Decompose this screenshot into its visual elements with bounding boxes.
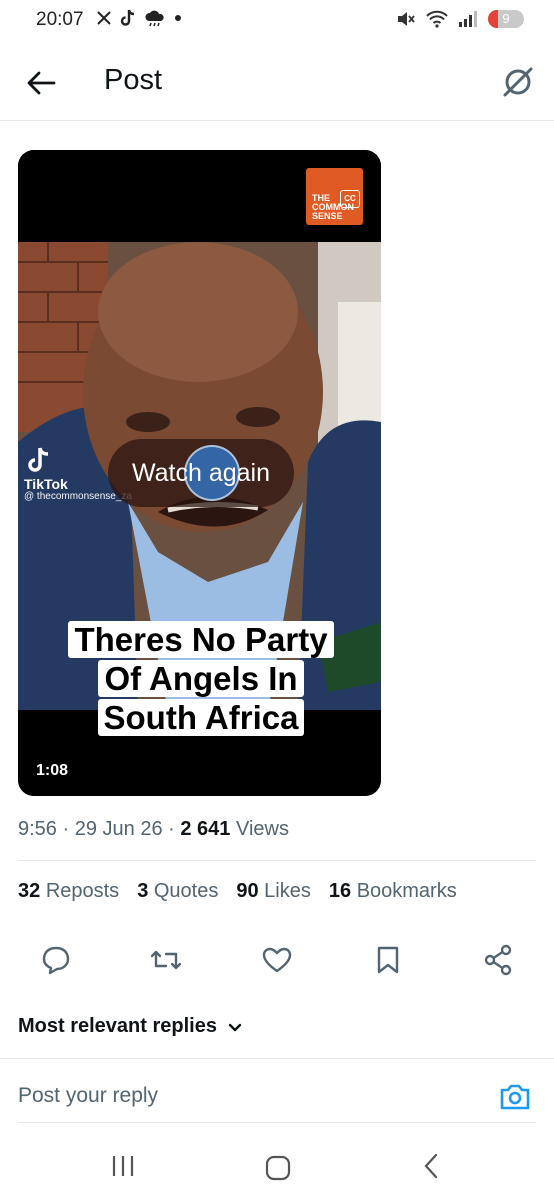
back-arrow-icon[interactable] [24,66,58,100]
engagement-stats: 32 Reposts 3 Quotes 90 Likes 16 Bookmark… [18,880,457,903]
grok-icon[interactable] [500,64,536,100]
video-caption: Theres No Party Of Angels In South Afric… [56,620,346,737]
system-icons: 9 [396,10,524,28]
reply-input[interactable]: Post your reply [18,1084,158,1108]
video-caption-text: Theres No Party Of Angels In South Afric… [68,621,334,736]
reposts-stat[interactable]: 32 Reposts [18,880,119,903]
reposts-label: Reposts [45,880,120,902]
views-count: 2 641 [180,818,231,840]
bookmarks-label: Bookmarks [356,880,457,902]
post-timestamp: 9:56 · 29 Jun 26 · 2 641 Views [18,818,289,840]
quotes-label: Quotes [153,880,219,902]
likes-stat[interactable]: 90 Likes [236,880,311,903]
quotes-count: 3 [137,880,149,902]
dot-icon [175,15,181,21]
status-bar: 20:07 9 [0,0,554,44]
recent-apps-icon[interactable] [108,1154,138,1178]
tiktok-icon [120,9,135,26]
cc-badge: CC [340,190,360,208]
mute-icon [398,12,415,26]
notification-icons [96,9,182,27]
share-icon[interactable] [478,940,518,980]
tiktok-brand: TikTok [24,476,68,492]
battery-indicator: 9 [488,10,524,28]
watch-again-label: Watch again [131,459,271,487]
video-player[interactable]: THE COMMON SENSE CC TikTok @ thecommonse… [18,150,381,796]
likes-label: Likes [264,880,311,902]
signal-icon [459,11,477,27]
wifi-icon [426,10,448,28]
home-icon[interactable] [264,1154,292,1182]
bookmark-icon[interactable] [368,940,408,980]
reply-sort-dropdown[interactable]: Most relevant replies [18,1015,243,1038]
tiktok-logo-icon [28,447,49,472]
chevron-down-icon [228,1023,242,1031]
status-time: 20:07 [36,9,84,30]
logo-line-3: SENSE [312,211,343,221]
bookmarks-count: 16 [328,880,352,902]
like-icon[interactable] [257,940,297,980]
reposts-count: 32 [18,880,41,902]
post-date: 29 Jun 26 [74,818,163,840]
quotes-stat[interactable]: 3 Quotes [137,880,218,903]
watch-again-button[interactable]: Watch again [108,439,294,507]
page-title: Post [104,64,163,96]
cloud-icon [145,10,164,27]
views-label: Views [235,818,289,840]
divider [18,860,536,861]
top-app-bar: Post [0,44,554,121]
battery-level: 9 [502,11,510,26]
divider [18,1122,536,1123]
x-icon [97,11,111,25]
action-bar [0,940,554,980]
divider [0,1058,554,1059]
back-nav-icon[interactable] [420,1152,444,1180]
system-navigation-bar [0,1130,554,1200]
likes-count: 90 [236,880,259,902]
reply-icon[interactable] [36,940,76,980]
camera-icon[interactable] [498,1080,532,1114]
video-duration: 1:08 [36,762,69,779]
repost-icon[interactable] [146,940,186,980]
channel-logo: THE COMMON SENSE CC [306,168,363,225]
bookmarks-stat[interactable]: 16 Bookmarks [329,880,457,903]
post-time: 9:56 [18,818,57,840]
reply-sort-label: Most relevant replies [18,1015,217,1037]
